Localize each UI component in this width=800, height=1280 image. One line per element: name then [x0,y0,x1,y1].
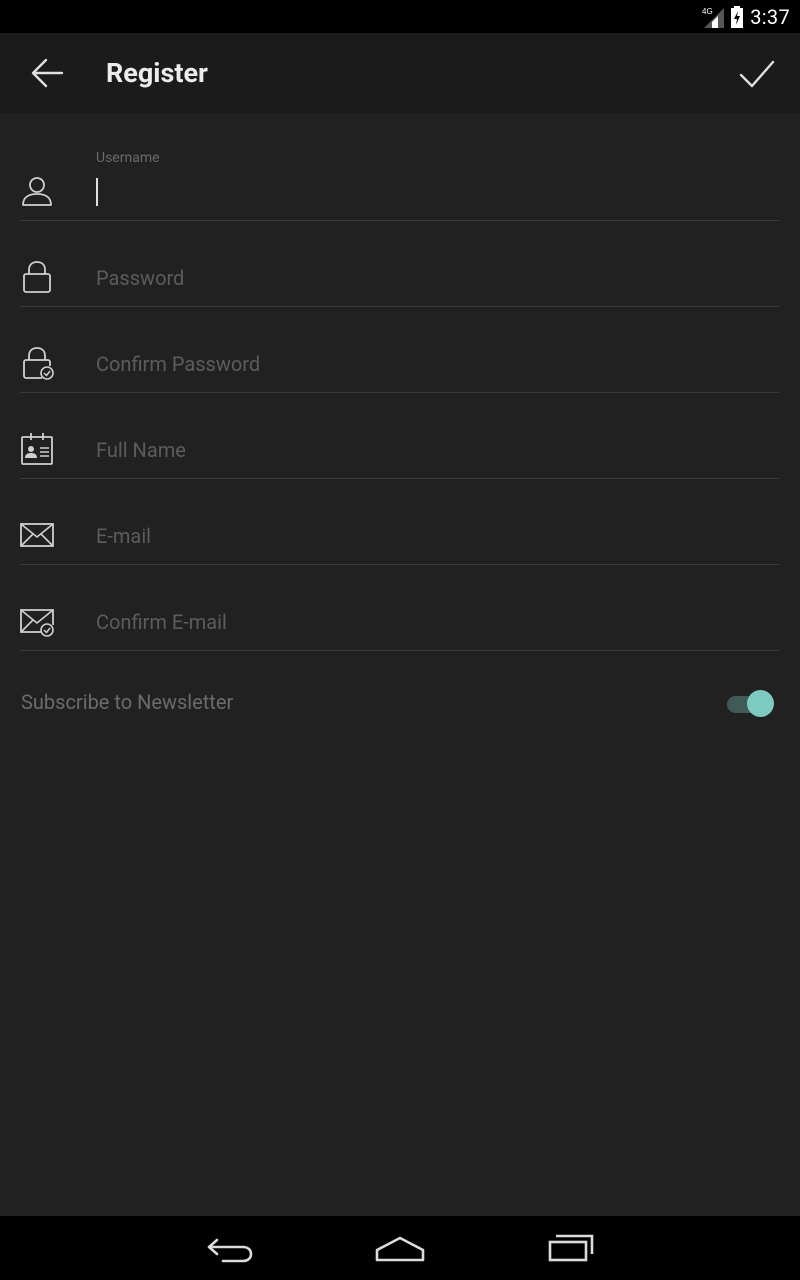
battery-icon [731,5,744,28]
check-icon[interactable] [736,53,778,93]
lock-check-icon [23,347,54,380]
id-card-icon [21,433,53,465]
status-time: 3:37 [750,4,790,29]
username-field[interactable]: Username [20,134,779,221]
email-input[interactable]: E-mail [96,524,151,548]
full-name-input[interactable]: Full Name [96,438,186,462]
page-title: Register [106,57,208,89]
nav-back-icon[interactable] [205,1230,255,1266]
confirm-password-input[interactable]: Confirm Password [96,352,260,376]
toggle-thumb[interactable] [747,690,774,717]
password-input[interactable]: Password [96,266,184,290]
newsletter-toggle[interactable] [727,689,775,719]
mail-check-icon [20,609,54,637]
user-icon [22,177,52,206]
nav-recents-icon[interactable] [546,1230,598,1266]
toolbar: Register [0,33,800,113]
signal-icon: 4G [702,7,725,28]
newsletter-label: Subscribe to Newsletter [21,690,234,714]
mail-icon [20,523,54,547]
nav-home-icon[interactable] [374,1230,426,1266]
lock-icon [23,261,51,293]
username-label: Username [96,150,160,166]
status-bar: 4G 3:37 [0,0,800,33]
system-nav-bar [0,1216,800,1280]
status-icons: 4G 3:37 [702,0,790,33]
text-cursor [96,178,98,206]
network-type: 4G [702,7,713,16]
arrow-back-icon[interactable] [28,53,68,93]
confirm-password-field[interactable]: Confirm Password [20,306,779,393]
confirm-email-field[interactable]: Confirm E-mail [20,564,779,651]
email-field[interactable]: E-mail [20,478,779,565]
confirm-email-input[interactable]: Confirm E-mail [96,610,227,634]
password-field[interactable]: Password [20,220,779,307]
full-name-field[interactable]: Full Name [20,392,779,479]
